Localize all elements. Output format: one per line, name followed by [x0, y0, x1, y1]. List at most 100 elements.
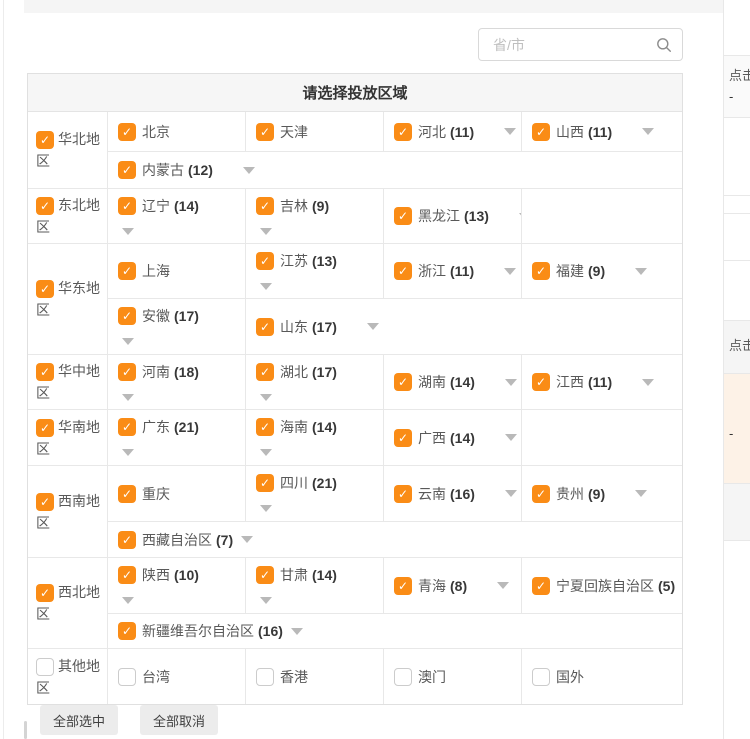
region-checkbox[interactable]: ✓ [36, 131, 54, 149]
region-checkbox[interactable]: ✓ [36, 197, 54, 215]
expand-arrow-icon[interactable] [260, 597, 272, 604]
province-label: 山西 [556, 122, 584, 142]
province-cell: ✓浙江(11) [383, 244, 521, 298]
province-checkbox[interactable]: ✓ [532, 373, 550, 391]
province-checkbox[interactable]: ✓ [118, 307, 136, 325]
province-checkbox[interactable]: ✓ [394, 373, 412, 391]
select-all-button[interactable]: 全部选中 [40, 705, 118, 735]
region-cell: ✓西南地区 [28, 466, 108, 557]
province-checkbox[interactable]: ✓ [256, 566, 274, 584]
province-checkbox[interactable]: ✓ [256, 123, 274, 141]
region-checkbox[interactable]: ✓ [36, 584, 54, 602]
expand-arrow-icon[interactable] [243, 167, 255, 174]
expand-arrow-icon[interactable] [635, 268, 647, 275]
expand-arrow-icon[interactable] [122, 449, 134, 456]
province-checkbox[interactable]: ✓ [394, 485, 412, 503]
province-checkbox[interactable] [394, 668, 412, 686]
province-label: 北京 [142, 122, 170, 142]
province-checkbox[interactable]: ✓ [256, 318, 274, 336]
expand-arrow-icon[interactable] [505, 434, 517, 441]
check-icon: ✓ [260, 321, 270, 333]
expand-arrow-icon[interactable] [122, 597, 134, 604]
province-checkbox[interactable] [532, 668, 550, 686]
province-label: 贵州 [556, 484, 584, 504]
expand-arrow-icon[interactable] [122, 228, 134, 235]
province-checkbox[interactable]: ✓ [118, 566, 136, 584]
province-cell: ✓贵州(9) [521, 466, 682, 521]
check-icon: ✓ [122, 366, 132, 378]
region-checkbox[interactable]: ✓ [36, 363, 54, 381]
expand-arrow-icon[interactable] [367, 323, 379, 330]
province-checkbox[interactable]: ✓ [532, 485, 550, 503]
province-checkbox[interactable]: ✓ [394, 262, 412, 280]
stats-col-header: 点击 [729, 335, 750, 354]
province-cell: ✓山东(17) [245, 299, 682, 354]
expand-arrow-icon[interactable] [642, 128, 654, 135]
expand-arrow-icon[interactable] [260, 394, 272, 401]
sub-row: ✓辽宁(14)✓吉林(9)✓黑龙江(13) [108, 189, 682, 243]
province-cell: ✓重庆 [108, 466, 245, 521]
region-checkbox[interactable]: ✓ [36, 280, 54, 298]
expand-arrow-icon[interactable] [260, 228, 272, 235]
province-checkbox[interactable]: ✓ [118, 418, 136, 436]
province-checkbox[interactable]: ✓ [256, 197, 274, 215]
expand-arrow-icon[interactable] [122, 338, 134, 345]
stats-cell: 点击 - [724, 55, 750, 117]
province-checkbox[interactable]: ✓ [118, 363, 136, 381]
province-checkbox[interactable]: ✓ [532, 262, 550, 280]
expand-arrow-icon[interactable] [505, 490, 517, 497]
province-checkbox[interactable]: ✓ [532, 123, 550, 141]
province-cell: ✓湖南(14) [383, 355, 521, 409]
expand-arrow-icon[interactable] [635, 490, 647, 497]
expand-arrow-icon[interactable] [122, 394, 134, 401]
expand-arrow-icon[interactable] [642, 379, 654, 386]
check-icon: ✓ [260, 200, 270, 212]
province-checkbox[interactable]: ✓ [118, 197, 136, 215]
scrollbar-thumb[interactable] [24, 721, 27, 739]
region-checkbox[interactable] [36, 658, 54, 676]
province-cell: ✓黑龙江(13) [383, 189, 521, 243]
province-checkbox[interactable] [118, 668, 136, 686]
check-icon: ✓ [260, 126, 270, 138]
province-label: 湖南 [418, 372, 446, 392]
expand-arrow-icon[interactable] [504, 268, 516, 275]
province-checkbox[interactable]: ✓ [532, 577, 550, 595]
check-icon: ✓ [122, 488, 132, 500]
expand-arrow-icon[interactable] [260, 449, 272, 456]
province-checkbox[interactable]: ✓ [118, 622, 136, 640]
province-checkbox[interactable]: ✓ [118, 123, 136, 141]
province-cell: ✓青海(8) [383, 558, 521, 613]
expand-arrow-icon[interactable] [504, 128, 516, 135]
region-checkbox[interactable]: ✓ [36, 493, 54, 511]
region-checkbox[interactable]: ✓ [36, 419, 54, 437]
province-checkbox[interactable]: ✓ [118, 262, 136, 280]
expand-arrow-icon[interactable] [241, 536, 253, 543]
expand-arrow-icon[interactable] [260, 505, 272, 512]
search-input[interactable] [491, 36, 656, 54]
province-checkbox[interactable]: ✓ [256, 252, 274, 270]
province-checkbox[interactable]: ✓ [256, 363, 274, 381]
province-checkbox[interactable]: ✓ [118, 485, 136, 503]
province-checkbox[interactable]: ✓ [394, 429, 412, 447]
sub-row: ✓安徽(17)✓山东(17) [108, 298, 682, 354]
expand-arrow-icon[interactable] [505, 379, 517, 386]
deselect-all-button[interactable]: 全部取消 [140, 705, 218, 735]
province-label: 湖北 [280, 362, 308, 382]
expand-arrow-icon[interactable] [260, 283, 272, 290]
province-checkbox[interactable]: ✓ [118, 161, 136, 179]
province-checkbox[interactable]: ✓ [394, 207, 412, 225]
province-count: (16) [450, 486, 475, 502]
expand-arrow-icon[interactable] [291, 628, 303, 635]
province-checkbox[interactable]: ✓ [256, 418, 274, 436]
province-checkbox[interactable]: ✓ [394, 577, 412, 595]
province-checkbox[interactable]: ✓ [256, 474, 274, 492]
check-icon: ✓ [536, 488, 546, 500]
check-icon: ✓ [40, 366, 50, 378]
expand-arrow-icon[interactable] [497, 582, 509, 589]
province-count: (14) [312, 419, 337, 435]
province-cell: ✓河南(18) [108, 355, 245, 409]
province-checkbox[interactable] [256, 668, 274, 686]
province-checkbox[interactable]: ✓ [118, 531, 136, 549]
province-label: 国外 [556, 667, 584, 687]
province-checkbox[interactable]: ✓ [394, 123, 412, 141]
